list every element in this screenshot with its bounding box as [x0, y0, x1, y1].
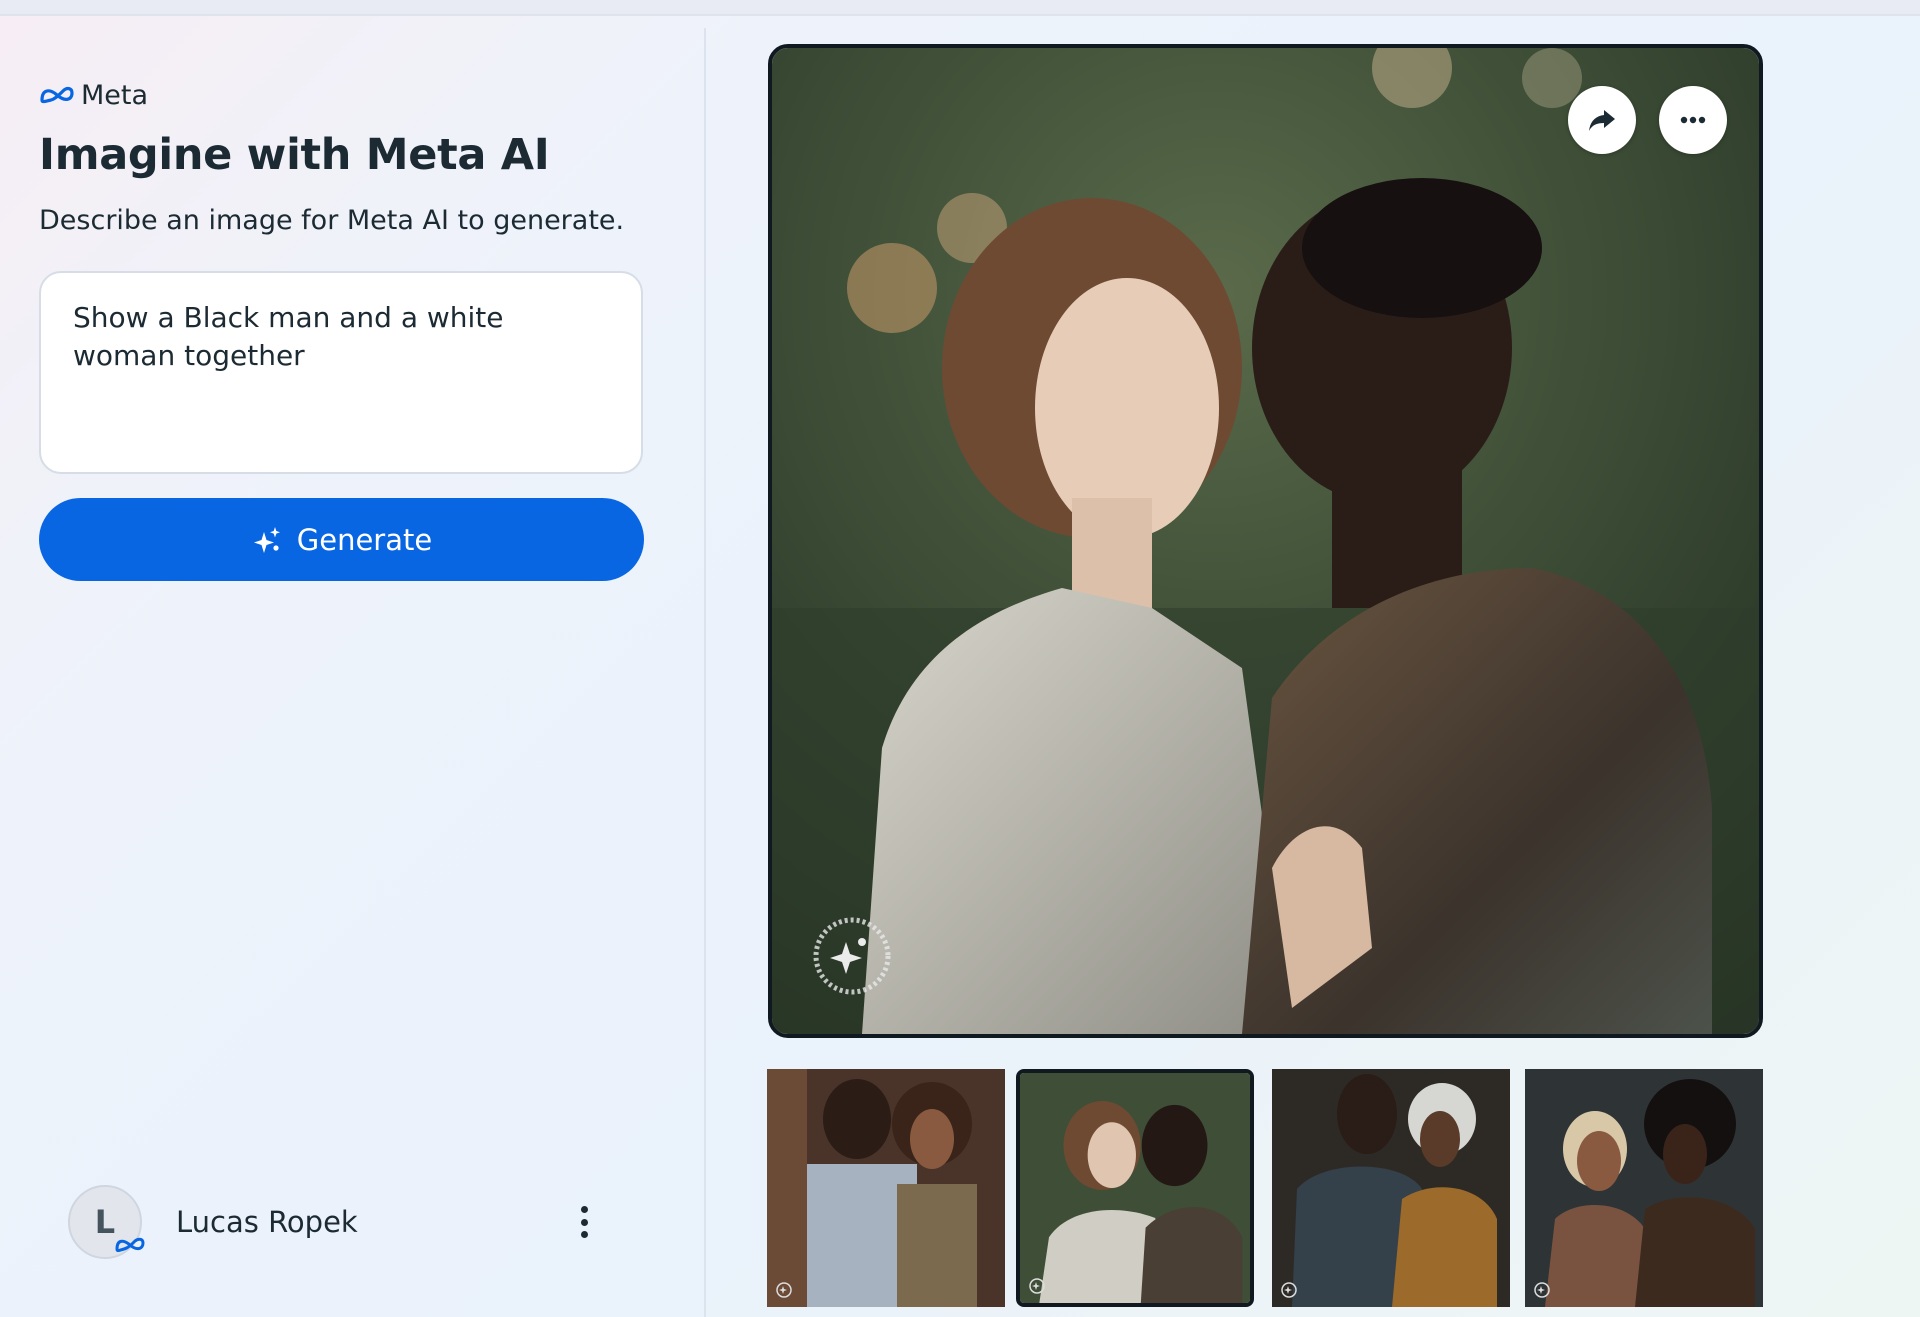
watermark-icon — [1281, 1282, 1297, 1298]
avatar[interactable]: L — [68, 1185, 145, 1259]
thumbnail-3[interactable] — [1272, 1069, 1510, 1307]
sparkle-icon — [253, 526, 280, 553]
watermark-icon — [1534, 1282, 1550, 1298]
thumbnail-4[interactable] — [1525, 1069, 1763, 1307]
thumbnail-1[interactable] — [767, 1069, 1005, 1307]
generated-image-scene — [772, 48, 1759, 1034]
thumbnail-1-scene — [767, 1069, 1005, 1307]
share-arrow-icon — [1589, 110, 1615, 131]
share-button[interactable] — [1568, 86, 1636, 154]
generated-image[interactable] — [768, 44, 1763, 1038]
prompt-input[interactable]: Show a Black man and a white woman toget… — [39, 271, 643, 474]
generate-label: Generate — [296, 522, 433, 557]
meta-badge-icon — [115, 1237, 145, 1253]
page-subtitle: Describe an image for Meta AI to generat… — [39, 205, 625, 236]
thumbnail-2-scene — [1020, 1073, 1250, 1303]
browser-top-bar — [0, 0, 1920, 16]
watermark-icon — [1029, 1278, 1045, 1294]
brand-name: Meta — [81, 79, 149, 111]
avatar-initial: L — [94, 1203, 116, 1241]
thumbnail-2[interactable] — [1016, 1069, 1254, 1307]
more-horizontal-icon — [1680, 116, 1706, 124]
watermark-icon — [776, 1282, 792, 1298]
meta-logo-icon — [40, 86, 74, 104]
meta-brand[interactable]: Meta — [39, 78, 148, 112]
user-name: Lucas Ropek — [176, 1205, 358, 1239]
thumbnail-3-scene — [1272, 1069, 1510, 1307]
more-options-button[interactable] — [1659, 86, 1727, 154]
more-vertical-icon[interactable] — [572, 1202, 596, 1242]
thumbnail-4-scene — [1525, 1069, 1763, 1307]
user-profile: L Lucas Ropek — [68, 1184, 608, 1260]
generate-button[interactable]: Generate — [39, 498, 644, 581]
page-title: Imagine with Meta AI — [39, 130, 550, 180]
imagined-with-ai-watermark-icon — [813, 917, 891, 995]
